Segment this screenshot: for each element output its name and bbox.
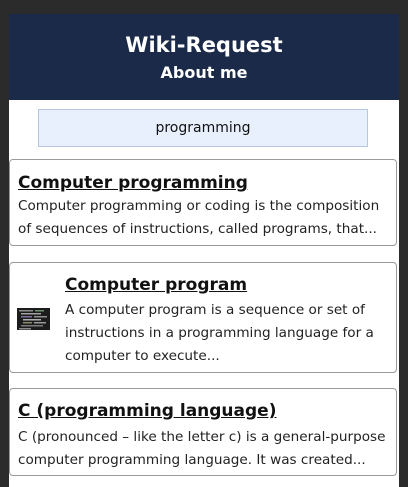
about-me-link[interactable]: About me bbox=[9, 63, 399, 83]
result-title[interactable]: Computer program bbox=[65, 274, 247, 296]
source-code-thumbnail-icon bbox=[17, 308, 50, 330]
app-window: Wiki-Request About me Computer programmi… bbox=[0, 0, 408, 487]
result-snippet: Computer programming or coding is the co… bbox=[18, 198, 380, 237]
app-title: Wiki-Request bbox=[125, 33, 283, 57]
result-card[interactable]: C (programming language) C (pronounced –… bbox=[9, 388, 397, 476]
app-header: Wiki-Request About me bbox=[9, 14, 399, 100]
result-title[interactable]: C (programming language) bbox=[18, 400, 276, 422]
result-snippet: A computer program is a sequence or set … bbox=[65, 302, 374, 364]
result-card[interactable]: Computer programming Computer programmin… bbox=[9, 159, 397, 246]
result-thumbnail bbox=[17, 308, 50, 330]
search-input[interactable] bbox=[38, 109, 368, 147]
result-title[interactable]: Computer programming bbox=[18, 172, 248, 194]
result-snippet: C (pronounced – like the letter c) is a … bbox=[18, 429, 386, 468]
result-card[interactable]: Computer program A computer program is a… bbox=[9, 262, 397, 373]
results-panel: Computer programming Computer programmin… bbox=[9, 100, 399, 487]
